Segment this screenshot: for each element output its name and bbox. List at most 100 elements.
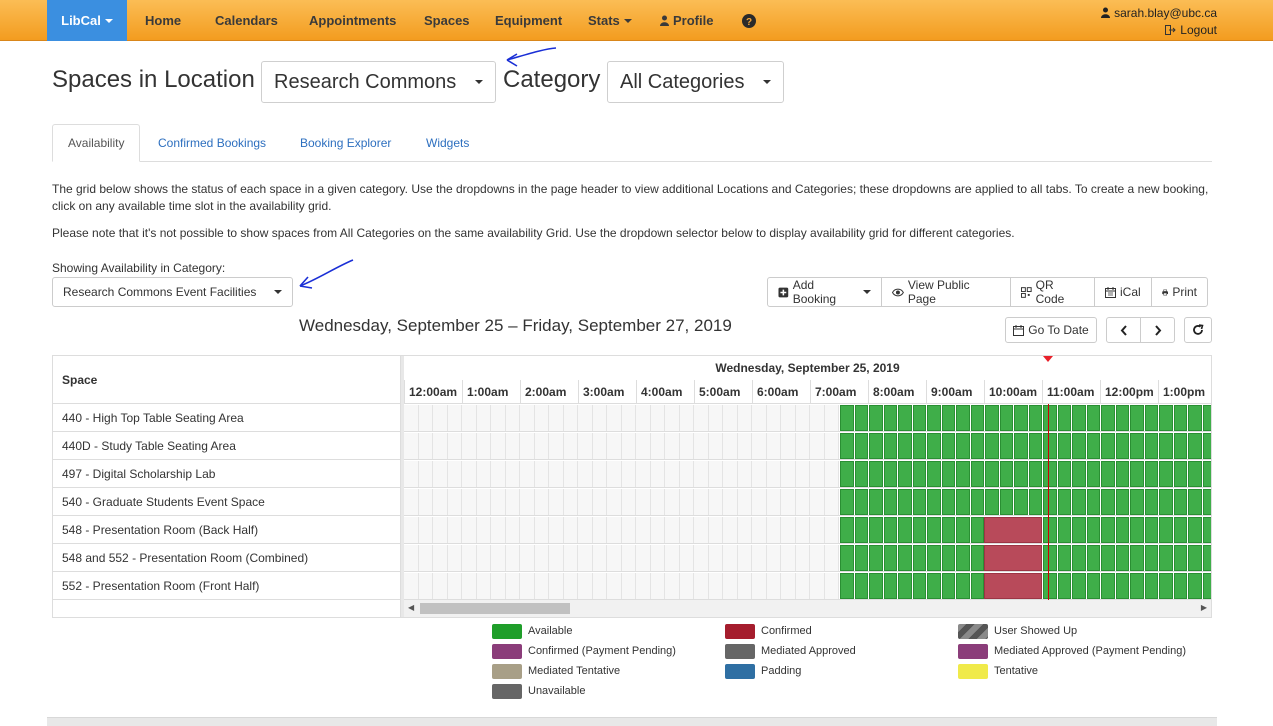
available-slot[interactable] bbox=[883, 405, 897, 431]
available-slot[interactable] bbox=[1159, 461, 1173, 487]
available-slot[interactable] bbox=[1202, 489, 1211, 515]
available-slot[interactable] bbox=[1130, 573, 1144, 599]
available-slot[interactable] bbox=[1173, 405, 1187, 431]
booked-slot[interactable] bbox=[984, 545, 1042, 571]
add-booking-button[interactable]: Add Booking bbox=[767, 277, 882, 307]
available-slot[interactable] bbox=[956, 573, 970, 599]
available-slot[interactable] bbox=[927, 489, 941, 515]
available-slot[interactable] bbox=[927, 433, 941, 459]
availability-category-dropdown[interactable]: Research Commons Event Facilities bbox=[52, 277, 293, 307]
space-row[interactable]: 552 - Presentation Room (Front Half) bbox=[53, 572, 400, 600]
space-row[interactable]: 548 - Presentation Room (Back Half) bbox=[53, 516, 400, 544]
available-slot[interactable] bbox=[898, 405, 912, 431]
available-slot[interactable] bbox=[840, 489, 854, 515]
available-slot[interactable] bbox=[927, 545, 941, 571]
available-slot[interactable] bbox=[1101, 517, 1115, 543]
tab-widgets[interactable]: Widgets bbox=[411, 124, 484, 162]
available-slot[interactable] bbox=[869, 489, 883, 515]
available-slot[interactable] bbox=[1130, 517, 1144, 543]
available-slot[interactable] bbox=[1159, 405, 1173, 431]
available-slot[interactable] bbox=[970, 517, 984, 543]
available-slot[interactable] bbox=[1144, 545, 1158, 571]
available-slot[interactable] bbox=[956, 489, 970, 515]
available-slot[interactable] bbox=[1014, 405, 1028, 431]
available-slot[interactable] bbox=[1173, 545, 1187, 571]
available-slot[interactable] bbox=[1188, 405, 1202, 431]
tab-availability[interactable]: Availability bbox=[52, 124, 141, 162]
available-slot[interactable] bbox=[999, 461, 1013, 487]
available-slot[interactable] bbox=[956, 545, 970, 571]
nav-profile[interactable]: Profile bbox=[660, 0, 713, 41]
available-slot[interactable] bbox=[898, 461, 912, 487]
available-slot[interactable] bbox=[1188, 545, 1202, 571]
tab-booking-explorer[interactable]: Booking Explorer bbox=[285, 124, 406, 162]
available-slot[interactable] bbox=[956, 461, 970, 487]
qr-code-button[interactable]: QR Code bbox=[1010, 277, 1095, 307]
available-slot[interactable] bbox=[1028, 405, 1042, 431]
nav-home[interactable]: Home bbox=[145, 0, 181, 41]
available-slot[interactable] bbox=[970, 405, 984, 431]
available-slot[interactable] bbox=[985, 433, 999, 459]
available-slot[interactable] bbox=[1043, 489, 1057, 515]
available-slot[interactable] bbox=[970, 433, 984, 459]
available-slot[interactable] bbox=[1057, 461, 1071, 487]
available-slot[interactable] bbox=[1057, 489, 1071, 515]
nav-appointments[interactable]: Appointments bbox=[309, 0, 396, 41]
available-slot[interactable] bbox=[1101, 489, 1115, 515]
available-slot[interactable] bbox=[1115, 545, 1129, 571]
available-slot[interactable] bbox=[1043, 405, 1057, 431]
available-slot[interactable] bbox=[1188, 517, 1202, 543]
available-slot[interactable] bbox=[1014, 489, 1028, 515]
available-slot[interactable] bbox=[898, 573, 912, 599]
available-slot[interactable] bbox=[941, 405, 955, 431]
scroll-thumb[interactable] bbox=[420, 603, 570, 614]
available-slot[interactable] bbox=[927, 405, 941, 431]
available-slot[interactable] bbox=[854, 461, 868, 487]
available-slot[interactable] bbox=[898, 517, 912, 543]
available-slot[interactable] bbox=[1130, 405, 1144, 431]
available-slot[interactable] bbox=[898, 433, 912, 459]
available-slot[interactable] bbox=[883, 433, 897, 459]
available-slot[interactable] bbox=[854, 517, 868, 543]
available-slot[interactable] bbox=[941, 517, 955, 543]
go-to-date-button[interactable]: Go To Date bbox=[1005, 317, 1097, 343]
available-slot[interactable] bbox=[1173, 433, 1187, 459]
available-slot[interactable] bbox=[985, 405, 999, 431]
scroll-left-icon[interactable]: ◀ bbox=[408, 603, 414, 612]
available-slot[interactable] bbox=[1086, 573, 1100, 599]
available-slot[interactable] bbox=[1086, 545, 1100, 571]
available-slot[interactable] bbox=[883, 461, 897, 487]
nav-equipment[interactable]: Equipment bbox=[495, 0, 562, 41]
available-slot[interactable] bbox=[1173, 489, 1187, 515]
available-slot[interactable] bbox=[1101, 433, 1115, 459]
available-slot[interactable] bbox=[1159, 573, 1173, 599]
available-slot[interactable] bbox=[1072, 433, 1086, 459]
available-slot[interactable] bbox=[1202, 433, 1211, 459]
available-slot[interactable] bbox=[854, 573, 868, 599]
print-button[interactable]: Print bbox=[1151, 277, 1208, 307]
available-slot[interactable] bbox=[1072, 405, 1086, 431]
space-row[interactable]: 440D - Study Table Seating Area bbox=[53, 432, 400, 460]
available-slot[interactable] bbox=[985, 461, 999, 487]
available-slot[interactable] bbox=[912, 433, 926, 459]
tab-confirmed-bookings[interactable]: Confirmed Bookings bbox=[143, 124, 281, 162]
available-slot[interactable] bbox=[1188, 461, 1202, 487]
space-row[interactable]: 548 and 552 - Presentation Room (Combine… bbox=[53, 544, 400, 572]
available-slot[interactable] bbox=[970, 489, 984, 515]
available-slot[interactable] bbox=[854, 433, 868, 459]
available-slot[interactable] bbox=[1086, 433, 1100, 459]
available-slot[interactable] bbox=[869, 573, 883, 599]
available-slot[interactable] bbox=[1072, 517, 1086, 543]
available-slot[interactable] bbox=[912, 545, 926, 571]
available-slot[interactable] bbox=[1115, 517, 1129, 543]
libcal-brand-menu[interactable]: LibCal bbox=[47, 0, 127, 41]
location-dropdown[interactable]: Research Commons bbox=[261, 61, 496, 103]
available-slot[interactable] bbox=[956, 433, 970, 459]
next-button[interactable] bbox=[1140, 317, 1175, 343]
available-slot[interactable] bbox=[840, 545, 854, 571]
available-slot[interactable] bbox=[941, 461, 955, 487]
available-slot[interactable] bbox=[854, 405, 868, 431]
available-slot[interactable] bbox=[985, 489, 999, 515]
available-slot[interactable] bbox=[1202, 545, 1211, 571]
available-slot[interactable] bbox=[1086, 405, 1100, 431]
